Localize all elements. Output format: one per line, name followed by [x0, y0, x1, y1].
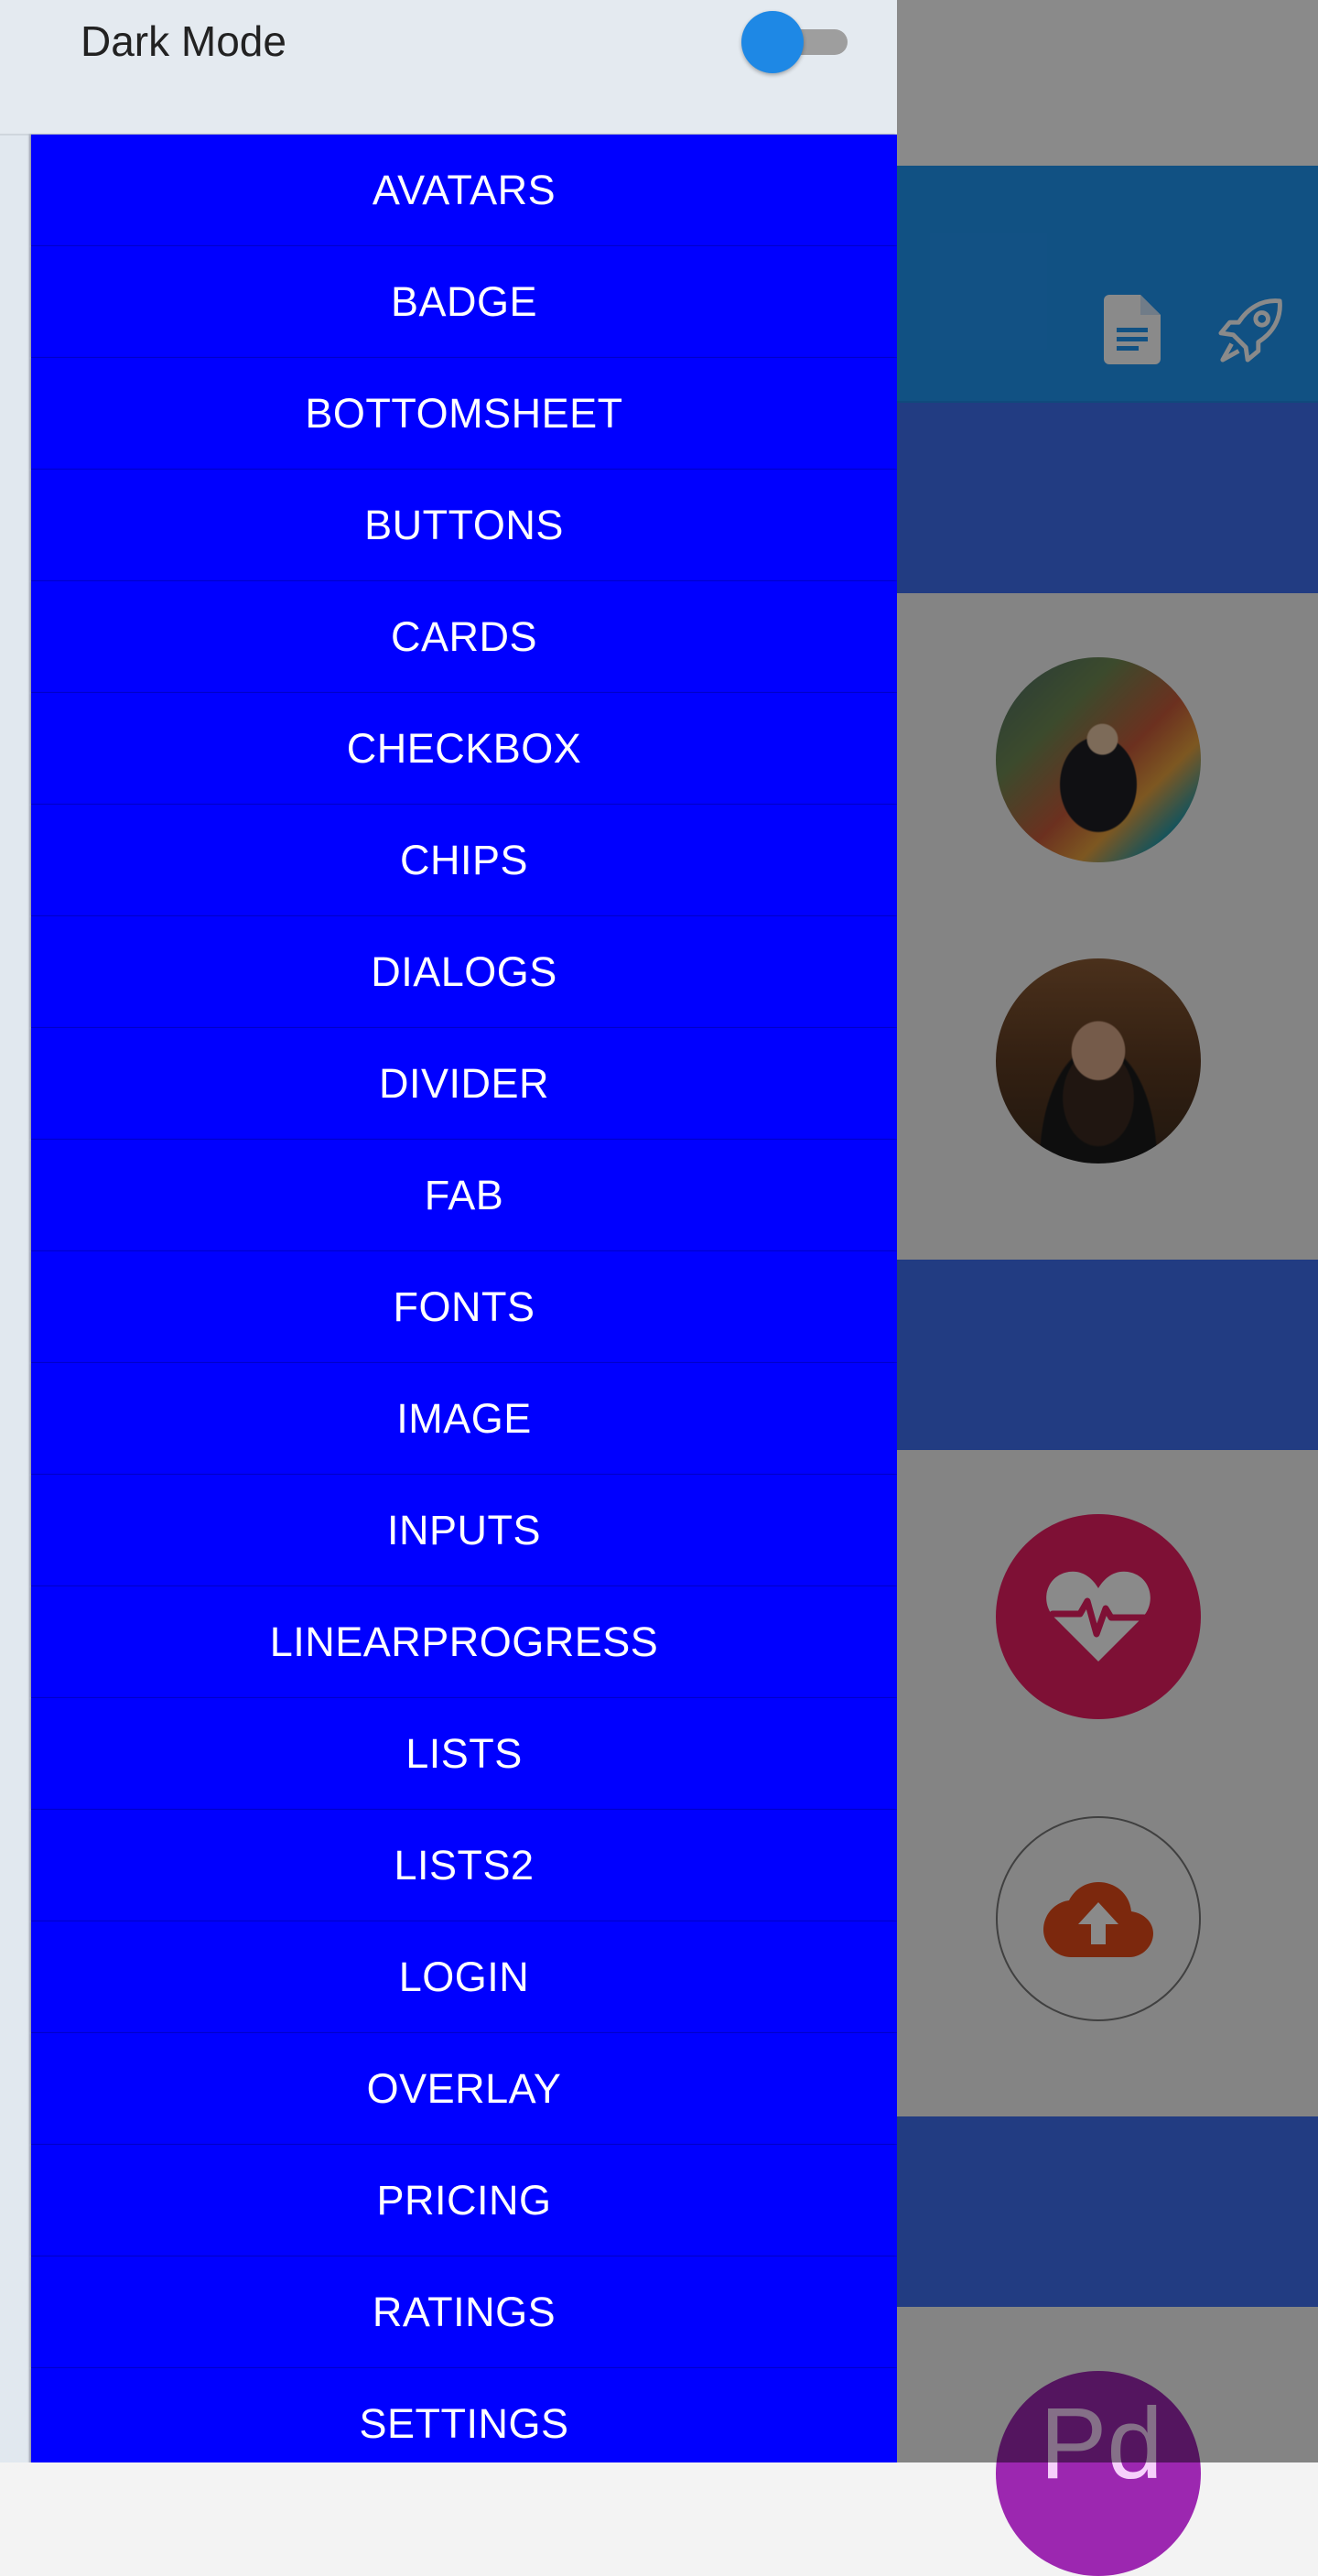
- menu-item-lists[interactable]: LISTS: [31, 1698, 897, 1810]
- menu-item-pricing[interactable]: PRICING: [31, 2145, 897, 2257]
- menu-item-buttons[interactable]: BUTTONS: [31, 470, 897, 581]
- toggle-thumb: [741, 11, 804, 73]
- menu-item-chips[interactable]: CHIPS: [31, 805, 897, 916]
- menu-item-badge[interactable]: BADGE: [31, 246, 897, 358]
- dark-mode-toggle[interactable]: [741, 11, 848, 73]
- menu-item-lists2[interactable]: LISTS2: [31, 1810, 897, 1921]
- dark-mode-label: Dark Mode: [81, 17, 286, 65]
- menu-item-overlay[interactable]: OVERLAY: [31, 2033, 897, 2145]
- menu-list: AVATARS BADGE BOTTOMSHEET BUTTONS CARDS …: [31, 135, 897, 2462]
- menu-item-bottomsheet[interactable]: BOTTOMSHEET: [31, 358, 897, 470]
- drawer-header: Dark Mode: [0, 0, 897, 135]
- menu-item-login[interactable]: LOGIN: [31, 1921, 897, 2033]
- menu-item-divider[interactable]: DIVIDER: [31, 1028, 897, 1140]
- menu-item-checkbox[interactable]: CHECKBOX: [31, 693, 897, 805]
- menu-item-ratings[interactable]: RATINGS: [31, 2257, 897, 2368]
- menu-item-avatars[interactable]: AVATARS: [31, 135, 897, 246]
- menu-item-dialogs[interactable]: DIALOGS: [31, 916, 897, 1028]
- navigation-drawer: Dark Mode AVATARS BADGE BOTTOMSHEET BUTT…: [0, 0, 897, 2462]
- menu-item-inputs[interactable]: INPUTS: [31, 1475, 897, 1586]
- menu-item-fab[interactable]: FAB: [31, 1140, 897, 1251]
- menu-item-cards[interactable]: CARDS: [31, 581, 897, 693]
- menu-item-settings[interactable]: SETTINGS: [31, 2368, 897, 2462]
- menu-item-linearprogress[interactable]: LINEARPROGRESS: [31, 1586, 897, 1698]
- menu-item-fonts[interactable]: FONTS: [31, 1251, 897, 1363]
- menu-item-image[interactable]: IMAGE: [31, 1363, 897, 1475]
